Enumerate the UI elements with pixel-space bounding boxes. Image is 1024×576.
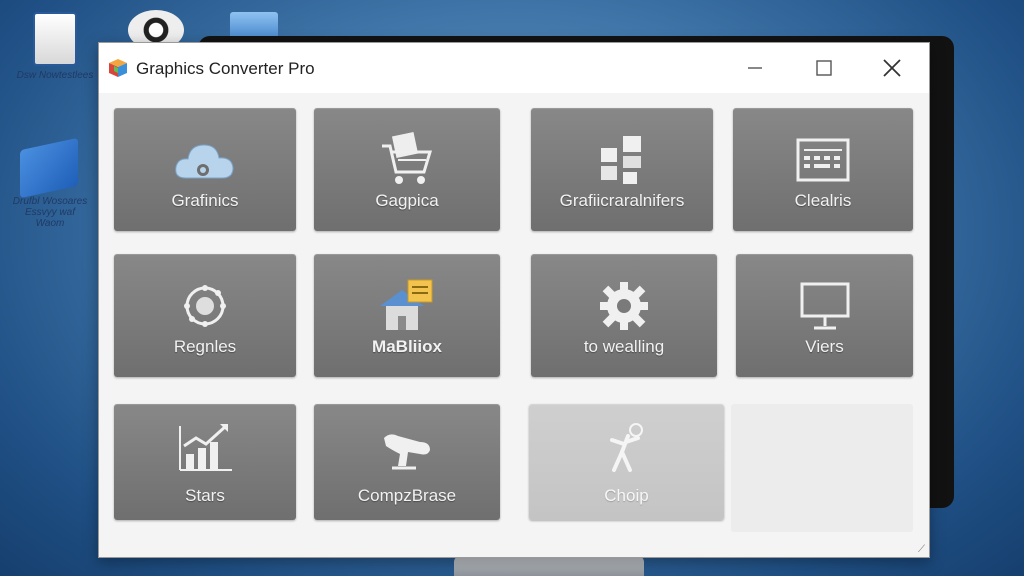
tile-gagpica-label: Gagpica [375, 191, 439, 210]
maximize-button[interactable] [802, 53, 846, 83]
book-icon [20, 137, 78, 199]
tile-stars-label: Stars [185, 486, 225, 505]
title-bar[interactable]: Graphics Converter Pro [99, 43, 929, 93]
tile-viers[interactable]: Viers [736, 254, 913, 377]
house-note-icon [380, 279, 433, 330]
tile-choip[interactable]: Choip [529, 404, 724, 520]
monitor-stand [454, 556, 644, 576]
document-pages-icon [601, 136, 641, 184]
network-node-icon [184, 285, 226, 327]
tile-compzbrase-label: CompzBrase [357, 486, 457, 505]
tile-grafiicraralnifers[interactable]: Grafiicraralnifers [531, 108, 713, 231]
monitor-icon [800, 282, 849, 330]
tile-regnles-label: Regnles [173, 337, 237, 356]
keyboard-screen-icon [796, 138, 850, 182]
tile-gagpica[interactable]: Gagpica [314, 108, 500, 231]
tile-viers-label: Viers [805, 337, 844, 356]
animal-icon [384, 434, 430, 470]
tile-stars[interactable]: Stars [114, 404, 296, 520]
minimize-icon [748, 67, 762, 69]
cloud-icon [175, 144, 234, 179]
close-button[interactable] [870, 53, 914, 83]
desktop-icon-2[interactable]: Drufbl Wosoares Essvyy waf Waom [4, 137, 94, 229]
close-icon [883, 59, 901, 77]
app-window: Graphics Converter Pro Grafinics Gagpica [98, 42, 930, 558]
tile-clealris-label: Clealris [794, 191, 852, 210]
tile-to-wealling[interactable]: to wealling [531, 254, 717, 377]
tile-grafinics-label: Grafinics [171, 191, 239, 210]
tile-regnles[interactable]: Regnles [114, 254, 296, 377]
tile-compzbrase[interactable]: CompzBrase [314, 404, 500, 520]
resize-grip-icon[interactable]: ⟋ [918, 544, 925, 555]
window-title: Graphics Converter Pro [136, 59, 315, 78]
tile-clealris[interactable]: Clealris [733, 108, 913, 231]
tile-choip-label: Choip [604, 486, 649, 505]
figure-icon [609, 423, 643, 472]
tile-mabliiox[interactable]: MaBliiox [314, 254, 500, 377]
tile-mabliiox-label: MaBliiox [372, 337, 442, 356]
bar-chart-trend-icon [179, 424, 232, 471]
shopping-cart-icon [382, 131, 433, 184]
maximize-icon [816, 60, 832, 76]
tile-grafiicraralnifers-label: Grafiicraralnifers [559, 191, 685, 210]
tile-empty-slot [731, 404, 913, 532]
desktop-icon-1-label: Dsw Nowtestlees [16, 70, 94, 81]
tile-grafinics[interactable]: Grafinics [114, 108, 296, 231]
minimize-button[interactable] [733, 53, 777, 83]
notepad-icon [33, 12, 77, 66]
desktop-icon-2-label: Drufbl Wosoares Essvyy waf Waom [12, 196, 88, 229]
desktop-icon-1[interactable]: Dsw Nowtestlees [10, 12, 100, 81]
tile-to-wealling-label: to wealling [583, 337, 665, 356]
app-logo-icon [109, 59, 127, 77]
gear-icon [600, 282, 648, 330]
